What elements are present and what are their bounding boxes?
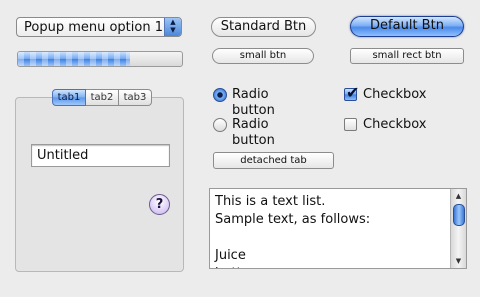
popup-arrows-icon: ▲ ▼ (164, 18, 181, 36)
radio-option-1[interactable]: Radio button (213, 87, 313, 118)
help-button[interactable]: ? (149, 194, 170, 215)
tab-panel (15, 97, 184, 272)
popup-menu[interactable]: Popup menu option 1 ▲ ▼ (16, 17, 182, 37)
detached-tab-button[interactable]: detached tab (213, 152, 334, 169)
scroll-thumb[interactable] (453, 204, 465, 226)
checkbox-1[interactable]: ✔ Checkbox (344, 83, 434, 103)
tab-2[interactable]: tab2 (86, 89, 119, 106)
small-rect-button[interactable]: small rect btn (350, 48, 464, 64)
scroll-down-icon[interactable]: ▼ (451, 255, 466, 267)
scroll-up-icon[interactable]: ▲ (451, 190, 466, 202)
default-button[interactable]: Default Btn (350, 16, 464, 37)
title-text-field[interactable]: Untitled (31, 144, 170, 167)
checkbox-2[interactable]: Checkbox (344, 117, 434, 133)
small-button[interactable]: small btn (212, 48, 314, 64)
arrow-down-icon: ▼ (170, 26, 176, 34)
text-list[interactable]: This is a text list. Sample text, as fol… (209, 188, 467, 269)
tab-3[interactable]: tab3 (119, 89, 152, 106)
tab-bar: tab1 tab2 tab3 (52, 89, 152, 106)
radio-indicator[interactable] (213, 88, 227, 102)
progress-bar (17, 51, 183, 67)
radio-label: Radio button (232, 87, 275, 118)
radio-label: Radio button (232, 117, 275, 148)
checkmark-icon: ✔ (346, 83, 360, 102)
arrow-up-icon: ▲ (170, 18, 176, 26)
vertical-scrollbar[interactable]: ▲ ▼ (450, 189, 466, 268)
radio-indicator[interactable] (213, 118, 227, 132)
checkbox-label: Checkbox (363, 117, 427, 132)
popup-menu-label: Popup menu option 1 (24, 20, 163, 35)
checkbox-indicator[interactable] (344, 118, 357, 131)
radio-option-2[interactable]: Radio button (213, 117, 313, 148)
checkbox-label: Checkbox (363, 87, 427, 102)
standard-button[interactable]: Standard Btn (211, 17, 316, 37)
checkbox-indicator[interactable]: ✔ (344, 83, 359, 102)
progress-fill (18, 52, 130, 66)
text-list-content: This is a text list. Sample text, as fol… (215, 194, 371, 268)
tab-1[interactable]: tab1 (52, 89, 86, 106)
